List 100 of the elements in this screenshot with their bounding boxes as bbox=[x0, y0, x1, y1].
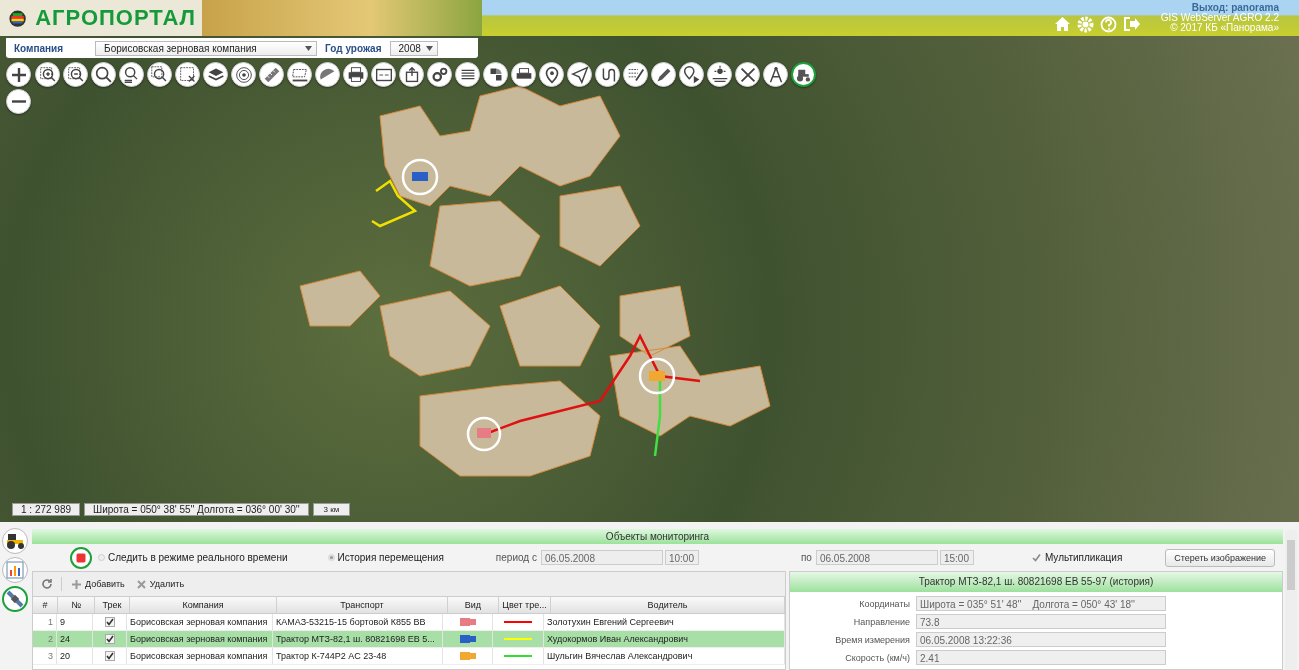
table-cell: Золотухин Евгений Сергеевич bbox=[544, 614, 785, 630]
mode-radio[interactable]: История перемещения bbox=[327, 552, 444, 563]
row-index: 2 bbox=[33, 631, 57, 647]
year-select[interactable]: 2008 bbox=[389, 40, 438, 56]
track-line bbox=[371, 179, 418, 228]
magnifier-button[interactable] bbox=[147, 62, 172, 87]
mode-radio[interactable]: Следить в режиме реального времени bbox=[98, 552, 288, 563]
table-cell: Борисовская зерновая компания bbox=[127, 631, 273, 647]
target-button[interactable] bbox=[231, 62, 256, 87]
tractor-tab[interactable] bbox=[2, 528, 28, 554]
tractor-icon bbox=[5, 532, 25, 550]
magnifier-button[interactable] bbox=[119, 62, 144, 87]
table-cell: Трактор МТЗ-82,1 ш. 80821698 ЕВ 5... bbox=[273, 631, 443, 647]
clear-image-button[interactable]: Стереть изображение bbox=[1165, 548, 1275, 567]
column-header[interactable]: Трек bbox=[95, 597, 130, 613]
sun-field-button[interactable] bbox=[707, 62, 732, 87]
cursor-coordinates: Широта = 050° 38' 55'' Долгота = 036° 00' 30'' bbox=[84, 503, 309, 516]
paper-plane-button[interactable] bbox=[567, 62, 592, 87]
bar-chart-icon bbox=[6, 561, 24, 579]
tractor-button[interactable] bbox=[791, 62, 816, 87]
from-time-field[interactable]: 10:00 bbox=[664, 550, 699, 565]
list-button[interactable] bbox=[455, 62, 480, 87]
vehicle-marker-icon[interactable] bbox=[638, 357, 676, 395]
from-date-field[interactable]: 06.05.2008 bbox=[540, 550, 663, 565]
pencil-button[interactable] bbox=[651, 62, 676, 87]
chart-tab[interactable] bbox=[2, 557, 28, 583]
selection-clear-button[interactable] bbox=[175, 62, 200, 87]
hatch-brush-button[interactable] bbox=[623, 62, 648, 87]
table-cell: 20 bbox=[57, 648, 93, 664]
satellite-tab[interactable] bbox=[2, 586, 28, 612]
table-cell: Борисовская зерновая компания bbox=[127, 614, 273, 630]
row-index: 3 bbox=[33, 648, 57, 664]
satellite-map[interactable]: Компания Борисовская зерновая компания Год урожая 2008 1 : 272 989 Широта = 050° 38' 55'' Долгота = 036° 00' 30'' 3 км bbox=[0, 36, 1299, 522]
stop-button[interactable] bbox=[70, 546, 92, 569]
radio-dot[interactable] bbox=[98, 554, 105, 561]
table-cell: 9 bbox=[57, 614, 93, 630]
scale-bar: 3 км bbox=[312, 503, 351, 516]
table-cell: Трактор К-744Р2 АС 23-48 bbox=[273, 648, 443, 664]
column-header[interactable]: № bbox=[58, 597, 95, 613]
column-header[interactable]: # bbox=[33, 597, 58, 613]
version-text: GIS WebServer AGRO 2.2 bbox=[1160, 13, 1279, 23]
company-select[interactable]: Борисовская зерновая компания bbox=[95, 40, 318, 56]
field-label: Направление bbox=[852, 616, 910, 627]
to-label: по bbox=[800, 552, 812, 563]
delete-button[interactable]: Удалить bbox=[134, 579, 187, 589]
quarter-shapes-button[interactable] bbox=[483, 62, 508, 87]
to-date-field[interactable]: 06.05.2008 bbox=[815, 550, 938, 565]
scrollbar[interactable] bbox=[1285, 530, 1297, 670]
row-index: 1 bbox=[33, 614, 57, 630]
printer-button[interactable] bbox=[511, 62, 536, 87]
location-pin-button[interactable] bbox=[539, 62, 564, 87]
vehicle-marker-icon[interactable] bbox=[401, 158, 439, 196]
logout-link[interactable]: Выход: panorama bbox=[1191, 3, 1279, 13]
zoom-in-button[interactable] bbox=[6, 62, 31, 87]
field-label: Скорость (км/ч) bbox=[844, 652, 910, 663]
table-cell: Борисовская зерновая компания bbox=[127, 648, 273, 664]
area-measure-button[interactable] bbox=[287, 62, 312, 87]
layers-button[interactable] bbox=[203, 62, 228, 87]
plus-icon bbox=[72, 579, 81, 589]
track-checkbox[interactable] bbox=[104, 634, 115, 644]
dropdown-caret-icon bbox=[305, 45, 313, 51]
ruler-button[interactable] bbox=[259, 62, 284, 87]
magnifier-button[interactable] bbox=[91, 62, 116, 87]
column-header[interactable]: Компания bbox=[130, 597, 277, 613]
refresh-icon[interactable] bbox=[41, 578, 53, 590]
field-label: Координаты bbox=[858, 598, 910, 609]
multiplication-checkbox[interactable]: Мультипликация bbox=[1031, 552, 1123, 563]
add-button[interactable]: Добавить bbox=[70, 579, 127, 589]
column-header[interactable]: Водитель bbox=[551, 597, 785, 613]
to-time-field[interactable]: 15:00 bbox=[939, 550, 974, 565]
period-label: период с bbox=[495, 552, 537, 563]
pin-play-button[interactable] bbox=[679, 62, 704, 87]
route-button[interactable] bbox=[595, 62, 620, 87]
radio-dot[interactable] bbox=[327, 554, 335, 561]
track-checkbox[interactable] bbox=[104, 617, 115, 627]
zoom-out-button[interactable] bbox=[6, 89, 31, 114]
readonly-field: 73.8 bbox=[916, 614, 1166, 629]
printer-button[interactable] bbox=[343, 62, 368, 87]
table-cell: Худокормов Иван Александрович bbox=[544, 631, 785, 647]
vehicle-marker-icon[interactable] bbox=[466, 416, 502, 452]
minus-icon bbox=[11, 100, 26, 103]
zoom-in-area-button[interactable] bbox=[35, 62, 60, 87]
map-scale: 1 : 272 989 bbox=[12, 503, 81, 516]
table-row[interactable]: 3 20 Борисовская зерновая компания Трактор К-744Р2 АС 23-48 Шульгин Вячеслав Александрович bbox=[33, 648, 785, 665]
copyright-text: © 2017 КБ «Панорама» bbox=[1170, 23, 1279, 33]
gears-button[interactable] bbox=[427, 62, 452, 87]
track-checkbox[interactable] bbox=[104, 651, 115, 661]
column-header[interactable]: Цвет тре... bbox=[499, 597, 551, 613]
readonly-field: Широта = 035° 51' 48'' Долгота = 050° 43' 18'' bbox=[916, 596, 1166, 611]
readonly-field: 06.05.2008 13:22:36 bbox=[916, 632, 1166, 647]
column-header[interactable]: Транспорт bbox=[277, 597, 448, 613]
zoom-out-area-button[interactable] bbox=[63, 62, 88, 87]
compass-button[interactable] bbox=[763, 62, 788, 87]
export-button[interactable] bbox=[399, 62, 424, 87]
satellite-icon bbox=[5, 589, 25, 609]
table-cell: 24 bbox=[57, 631, 93, 647]
checkbox[interactable] bbox=[1031, 553, 1041, 562]
column-header[interactable]: Вид bbox=[448, 597, 499, 613]
table-row[interactable]: 2 24 Борисовская зерновая компания Трактор МТЗ-82,1 ш. 80821698 ЕВ 5... Худокормов Иван Александрович bbox=[33, 631, 785, 648]
dropdown-caret-icon bbox=[425, 45, 433, 51]
